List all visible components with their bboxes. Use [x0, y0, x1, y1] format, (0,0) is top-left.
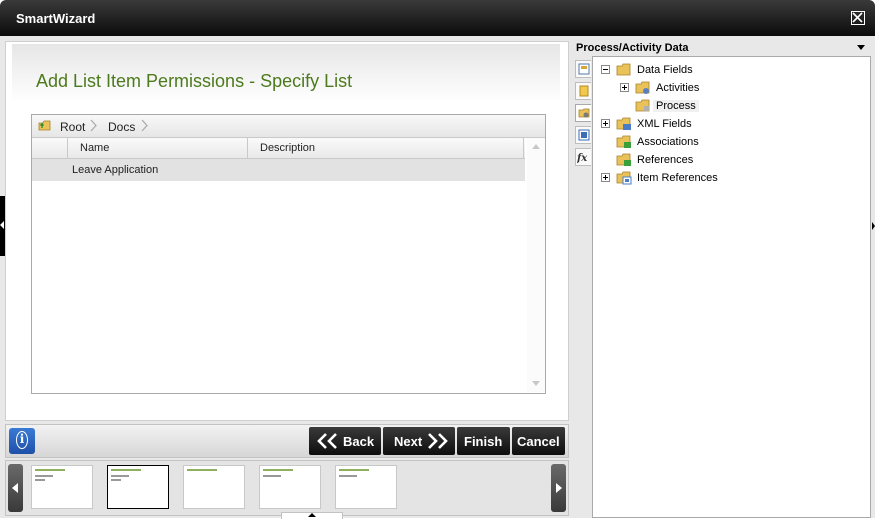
info-button[interactable]: i [9, 428, 35, 454]
collapse-icon[interactable] [601, 65, 610, 74]
cancel-button-label: Cancel [517, 434, 560, 449]
page-thumbnail[interactable] [183, 465, 245, 509]
page-thumbnail-current[interactable] [107, 465, 169, 509]
side-tab-process-data[interactable] [575, 104, 591, 122]
thumbnail-next-button[interactable] [551, 464, 566, 512]
context-icon [579, 85, 589, 97]
list-item[interactable]: Leave Application [32, 159, 525, 181]
tree-node-label: XML Fields [637, 118, 692, 130]
tree-node-label: Activities [656, 82, 700, 94]
panel-title: Process/Activity Data [576, 42, 689, 54]
column-divider [247, 138, 248, 158]
side-tab-object-browser[interactable] [575, 60, 591, 78]
column-header-name[interactable]: Name [80, 142, 109, 154]
process-data-icon [578, 108, 590, 118]
list-item-name: Leave Application [72, 164, 159, 176]
page-title: Add List Item Permissions - Specify List [36, 71, 353, 91]
close-icon [852, 12, 863, 23]
vertical-scrollbar[interactable] [527, 138, 545, 392]
side-tab-environment[interactable] [575, 126, 591, 144]
panel-side-tabs: fx [572, 56, 592, 518]
list-browser: Root Docs Name Description Leave Applica… [31, 114, 546, 394]
side-tab-context[interactable] [575, 82, 591, 100]
chevron-right-icon [90, 119, 98, 135]
thumbnail-prev-button[interactable] [8, 464, 23, 512]
window-title: SmartWizard [16, 11, 96, 26]
expand-icon[interactable] [620, 83, 629, 92]
info-icon: i [16, 431, 28, 449]
double-chevron-right-icon [428, 433, 448, 449]
reference-folder-icon [616, 153, 632, 170]
breadcrumb-item-docs[interactable]: Docs [108, 120, 135, 134]
scroll-down-icon[interactable] [532, 381, 540, 386]
back-button[interactable]: Back [309, 427, 381, 455]
expand-icon[interactable] [601, 119, 610, 128]
column-divider [523, 138, 524, 158]
scroll-up-icon[interactable] [532, 144, 540, 149]
wizard-toolbar: i Back Next Finish Cancel [5, 424, 569, 458]
expand-icon[interactable] [601, 173, 610, 182]
dropdown-arrow-icon[interactable] [857, 45, 865, 50]
up-folder-icon[interactable] [38, 119, 52, 135]
double-chevron-left-icon [317, 433, 337, 449]
tree-node-label: Data Fields [637, 64, 693, 76]
cancel-button[interactable]: Cancel [512, 427, 565, 455]
left-collapse-tab[interactable] [0, 196, 5, 256]
folder-icon [635, 99, 651, 116]
process-activity-data-panel: Process/Activity Data fx Data Fields Act… [572, 40, 871, 518]
breadcrumb-item-root[interactable]: Root [60, 120, 85, 134]
page-thumbnail[interactable] [31, 465, 93, 509]
tree-node-label: References [637, 154, 694, 166]
column-icon-header [32, 138, 68, 158]
tree-node-label: Item References [637, 172, 718, 184]
tree-node-label: Associations [637, 136, 699, 148]
xml-folder-icon [616, 117, 632, 134]
page-thumbnail[interactable] [259, 465, 321, 509]
next-button-label: Next [394, 434, 423, 449]
list-column-header: Name Description [32, 138, 525, 159]
close-button[interactable] [851, 11, 865, 25]
tree-node-label: Process [653, 100, 699, 112]
column-header-description[interactable]: Description [260, 142, 315, 154]
svg-text:fx: fx [577, 153, 588, 163]
wizard-page: Add List Item Permissions - Specify List… [5, 41, 569, 421]
data-fields-tree: Data Fields Activities Process XML Field… [592, 56, 871, 518]
finish-button[interactable]: Finish [457, 427, 510, 455]
side-tab-functions[interactable]: fx [575, 148, 591, 166]
association-folder-icon [616, 135, 632, 152]
chevron-right-icon [141, 119, 149, 135]
object-browser-icon [578, 63, 590, 75]
breadcrumb: Root Docs [32, 115, 545, 138]
finish-button-label: Finish [464, 434, 503, 449]
page-thumbnail-strip [5, 460, 569, 516]
panel-header[interactable]: Process/Activity Data [572, 40, 871, 56]
back-button-label: Back [343, 434, 375, 449]
folder-icon [616, 63, 632, 80]
environment-icon [578, 129, 590, 141]
wizard-body: Add List Item Permissions - Specify List… [0, 36, 875, 518]
next-button[interactable]: Next [383, 427, 455, 455]
window-titlebar: SmartWizard [0, 0, 875, 36]
function-icon: fx [577, 153, 588, 163]
page-thumbnail[interactable] [335, 465, 397, 509]
activity-folder-icon [635, 81, 651, 98]
item-reference-folder-icon [616, 171, 632, 188]
page-header: Add List Item Permissions - Specify List [12, 44, 560, 102]
